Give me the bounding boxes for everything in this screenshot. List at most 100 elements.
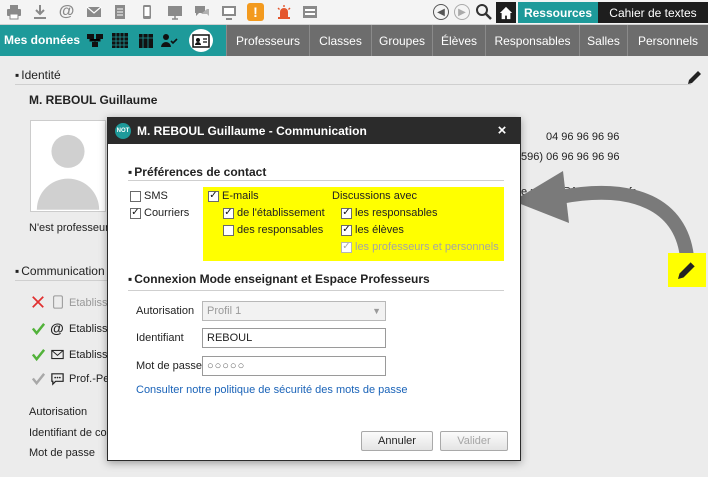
close-icon[interactable]: ×: [494, 123, 510, 139]
siren-icon[interactable]: [275, 3, 292, 21]
mobile-icon: [50, 294, 66, 310]
mot-de-passe-field-label: Mot de passe: [136, 360, 203, 372]
edit-communication-button[interactable]: [668, 253, 706, 287]
download-icon[interactable]: [31, 3, 48, 21]
mes-donnees-panel: Mes données: [0, 25, 226, 56]
forward-arrow-icon[interactable]: ▶: [454, 4, 470, 20]
grid-icon[interactable]: [111, 32, 129, 49]
preferences-divider: [128, 180, 504, 181]
communication-dialog: NOT M. REBOUL Guillaume - Communication …: [107, 117, 521, 461]
mot-de-passe-input[interactable]: ○○○○○: [202, 356, 386, 376]
des-responsables-checkbox-row[interactable]: des responsables: [223, 224, 323, 236]
communication-title: Communication: [15, 264, 104, 278]
autorisation-label: Autorisation: [29, 406, 88, 418]
les-responsables-checkbox[interactable]: ✓: [341, 207, 352, 219]
les-responsables-checkbox-row[interactable]: ✓ les responsables: [341, 207, 438, 219]
identifiant-field-label: Identifiant: [136, 332, 184, 344]
de-etablissement-checkbox[interactable]: ✓: [223, 207, 234, 219]
mobile-icon[interactable]: [138, 3, 155, 21]
screen-icon[interactable]: [220, 3, 237, 21]
nest-professeur-text: N'est professeur: [29, 222, 109, 234]
discussions-label: Discussions avec: [332, 190, 417, 202]
chat-icon: [49, 370, 65, 386]
at-icon: @: [50, 320, 64, 336]
autorisation-select: Profil 1 ▼: [202, 301, 386, 321]
document-icon[interactable]: [111, 3, 128, 21]
id-card-icon: [192, 33, 210, 48]
courriers-checkbox[interactable]: ✓: [130, 207, 141, 219]
phone-1: 04 96 96 96 96: [546, 131, 620, 143]
back-arrow-icon[interactable]: ◀: [433, 4, 449, 20]
search-icon[interactable]: [475, 3, 493, 21]
tab-ressources[interactable]: Ressources: [518, 2, 598, 23]
de-etablissement-checkbox-row[interactable]: ✓ de l'établissement: [223, 207, 325, 219]
user-check-icon[interactable]: [160, 32, 178, 49]
identifiant-input-value: REBOUL: [207, 332, 253, 344]
alert-icon[interactable]: !: [247, 3, 264, 21]
tab-eleves[interactable]: Élèves: [432, 25, 485, 56]
de-etablissement-label: de l'établissement: [237, 207, 325, 219]
tab-professeurs[interactable]: Professeurs: [226, 25, 309, 56]
identifiant-input[interactable]: REBOUL: [202, 328, 386, 348]
emails-label: E-mails: [222, 190, 259, 202]
tab-cahier-de-textes[interactable]: Cahier de textes: [598, 2, 708, 23]
les-eleves-checkbox-row[interactable]: ✓ les élèves: [341, 224, 404, 236]
emails-checkbox-row[interactable]: ✓ E-mails: [208, 190, 259, 202]
at-icon[interactable]: @: [58, 3, 75, 21]
valider-button[interactable]: Valider: [440, 431, 508, 451]
emails-checkbox[interactable]: ✓: [208, 190, 219, 202]
presentation-icon[interactable]: [166, 3, 183, 21]
autorisation-select-value: Profil 1: [207, 305, 242, 317]
sms-checkbox-row[interactable]: SMS: [130, 190, 168, 202]
cross-icon: [30, 294, 46, 310]
tab-responsables[interactable]: Responsables: [485, 25, 579, 56]
main-navbar: Mes données Professeurs Classes Groupes …: [0, 25, 708, 56]
dialog-title: M. REBOUL Guillaume - Communication: [137, 124, 367, 138]
identite-title: Identité: [15, 68, 60, 82]
comm-row-courrier: Etabliss: [69, 349, 108, 361]
les-professeurs-checkbox: ✓: [341, 241, 352, 253]
mail-icon[interactable]: [85, 3, 102, 21]
des-responsables-checkbox[interactable]: [223, 224, 234, 236]
form-icon[interactable]: [301, 3, 318, 21]
les-professeurs-checkbox-row: ✓ les professeurs et personnels: [341, 241, 499, 253]
comm-row-sms: Etabliss: [69, 297, 108, 309]
id-card-button[interactable]: [187, 27, 215, 54]
chat-icon[interactable]: [193, 3, 210, 21]
sms-label: SMS: [144, 190, 168, 202]
mot-de-passe-label: Mot de passe: [29, 447, 96, 459]
tab-salles[interactable]: Salles: [579, 25, 627, 56]
avatar: [30, 120, 106, 212]
valider-button-label: Valider: [457, 435, 491, 447]
person-silhouette-icon: [36, 134, 100, 210]
identite-divider: [15, 84, 691, 85]
home-button[interactable]: [496, 2, 516, 23]
home-icon: [499, 6, 513, 19]
password-policy-link[interactable]: Consulter notre politique de sécurité de…: [136, 384, 408, 396]
les-responsables-label: les responsables: [355, 207, 438, 219]
check-icon: [30, 320, 46, 336]
edit-pencil-icon[interactable]: [686, 68, 704, 86]
tab-personnels[interactable]: Personnels: [627, 25, 708, 56]
top-toolbar: @ ! ◀ ▶ Ressources Cahier de textes: [0, 0, 708, 25]
tab-classes[interactable]: Classes: [309, 25, 371, 56]
mail-icon: [49, 346, 65, 362]
les-professeurs-label: les professeurs et personnels: [355, 241, 499, 253]
tab-groupes[interactable]: Groupes: [371, 25, 432, 56]
not-badge-icon: NOT: [115, 123, 131, 139]
mes-donnees-label[interactable]: Mes données: [4, 33, 80, 47]
edit-pencil-icon: [678, 261, 696, 279]
mot-de-passe-input-value: ○○○○○: [207, 360, 246, 372]
comm-row-email: Etabliss: [69, 323, 108, 335]
comm-row-discussion: Prof.-Pe: [69, 373, 110, 385]
org-chart-icon[interactable]: [86, 32, 104, 49]
courriers-checkbox-row[interactable]: ✓ Courriers: [130, 207, 189, 219]
calendar-icon[interactable]: [137, 32, 155, 49]
check-icon: [30, 370, 46, 386]
print-icon[interactable]: [5, 3, 22, 21]
sms-checkbox[interactable]: [130, 190, 141, 202]
annuler-button[interactable]: Annuler: [361, 431, 433, 451]
les-eleves-checkbox[interactable]: ✓: [341, 224, 352, 236]
identifiant-label: Identifiant de co: [29, 427, 107, 439]
check-icon: [30, 346, 46, 362]
